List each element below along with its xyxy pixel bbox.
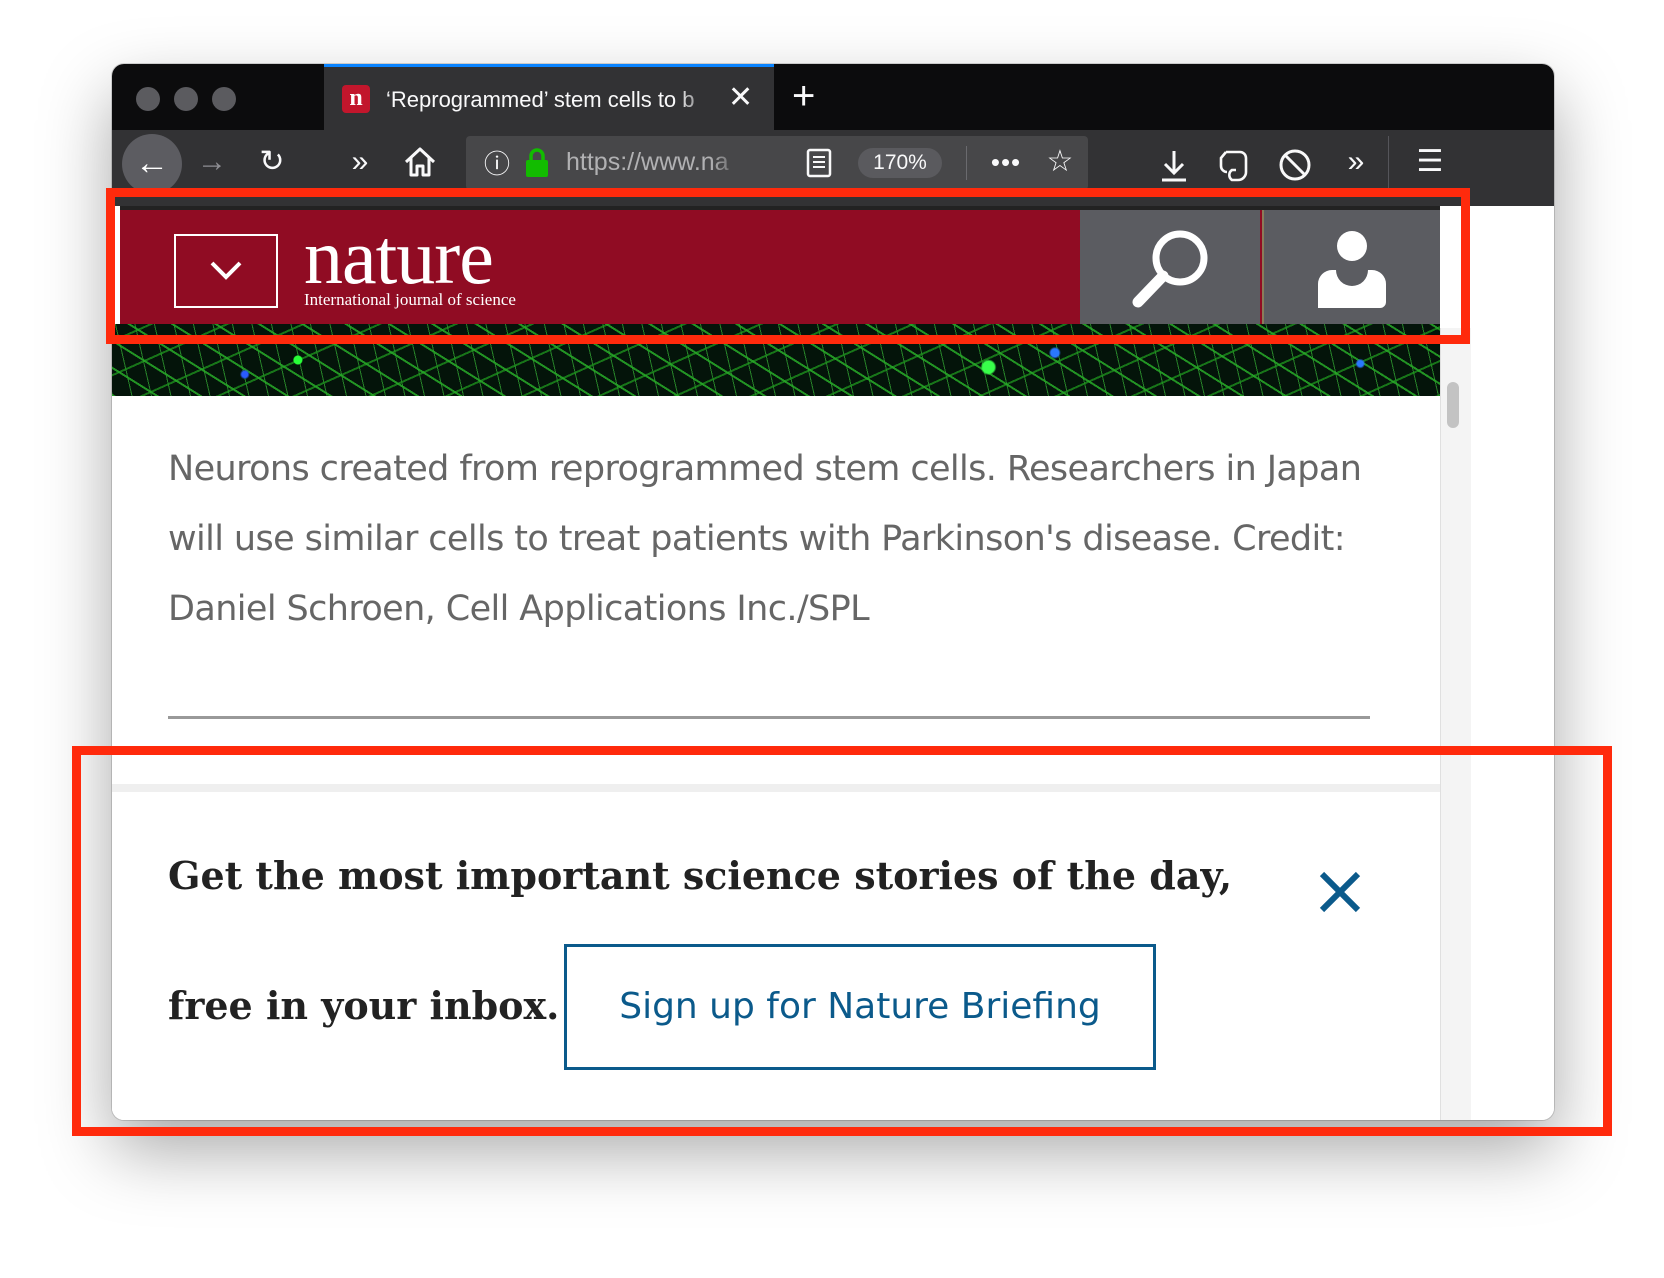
info-icon[interactable]: ⓘ bbox=[480, 144, 514, 184]
image-caption: Neurons created from reprogrammed stem c… bbox=[168, 449, 1362, 629]
back-icon[interactable]: ← bbox=[122, 134, 182, 194]
annotation-box-briefing bbox=[72, 746, 1612, 1136]
minimize-window-button[interactable] bbox=[174, 87, 198, 111]
scrollbar-thumb[interactable] bbox=[1447, 382, 1459, 428]
close-window-button[interactable] bbox=[136, 87, 160, 111]
block-icon[interactable] bbox=[1278, 148, 1312, 187]
tab-bar: n ‘Reprogrammed’ stem cells to b ✕ + bbox=[112, 64, 1554, 130]
forward-icon[interactable]: → bbox=[190, 142, 234, 182]
page-actions-icon[interactable]: ••• bbox=[984, 142, 1028, 182]
annotation-box-header bbox=[106, 188, 1470, 344]
nature-favicon-icon: n bbox=[342, 85, 370, 113]
bookmark-star-icon[interactable]: ☆ bbox=[1038, 142, 1082, 182]
lock-icon bbox=[524, 148, 550, 183]
url-bar[interactable]: ⓘ https://www.na 170% ••• ☆ bbox=[466, 136, 1088, 190]
download-icon[interactable] bbox=[1158, 148, 1190, 189]
tab-active[interactable]: n ‘Reprogrammed’ stem cells to b ✕ bbox=[324, 64, 774, 130]
evernote-icon[interactable] bbox=[1218, 146, 1250, 189]
new-tab-icon[interactable]: + bbox=[792, 72, 815, 120]
url-text[interactable]: https://www.na bbox=[566, 148, 746, 177]
tab-title: ‘Reprogrammed’ stem cells to b bbox=[386, 87, 695, 112]
toolbar-divider bbox=[1388, 136, 1389, 192]
overflow-chevrons-icon[interactable]: » bbox=[338, 142, 382, 182]
zoom-window-button[interactable] bbox=[212, 87, 236, 111]
home-icon[interactable] bbox=[398, 142, 442, 190]
reader-view-icon[interactable] bbox=[806, 148, 832, 183]
extensions-overflow-icon[interactable]: » bbox=[1334, 142, 1378, 182]
caption-divider bbox=[168, 716, 1370, 719]
reload-icon[interactable]: ↻ bbox=[250, 142, 294, 182]
tab-close-icon[interactable]: ✕ bbox=[728, 81, 753, 115]
menu-icon[interactable]: ☰ bbox=[1408, 142, 1452, 182]
url-bar-divider bbox=[966, 146, 967, 180]
zoom-level-indicator[interactable]: 170% bbox=[858, 148, 942, 178]
